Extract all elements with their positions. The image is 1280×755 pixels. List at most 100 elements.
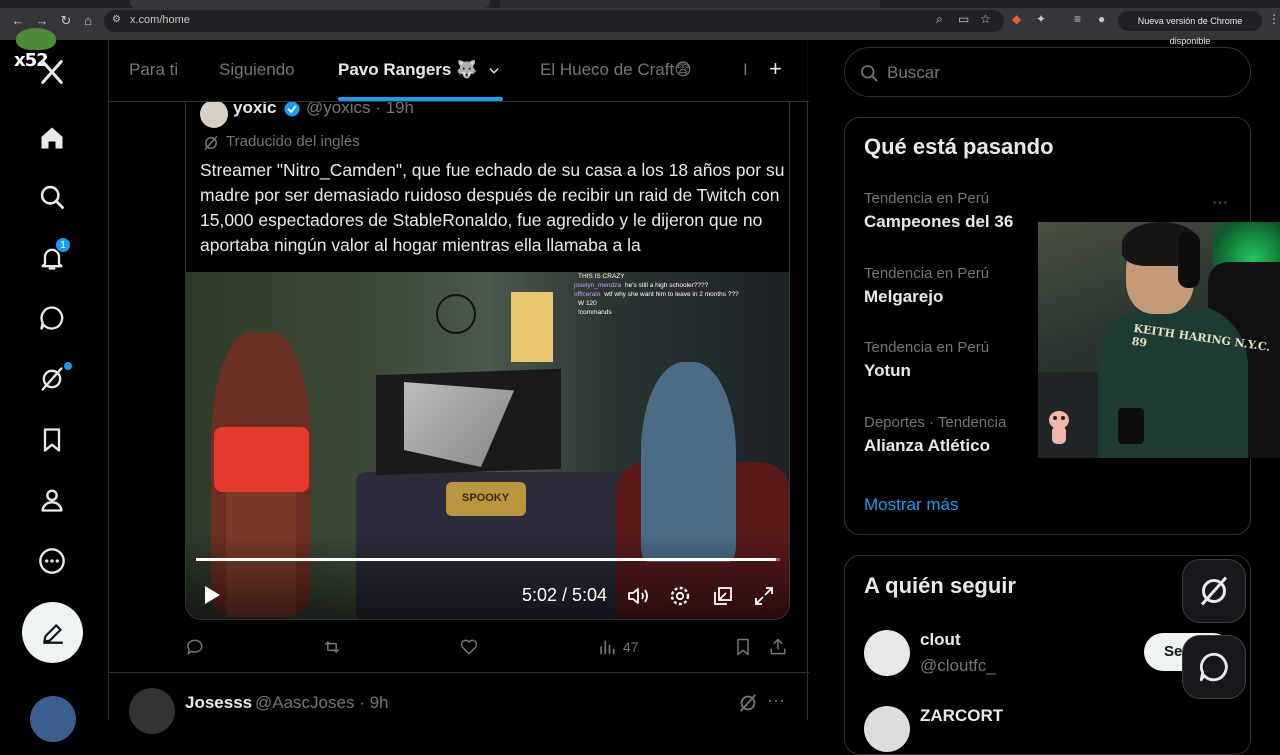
chrome-menu-icon[interactable]: ⋮: [1268, 12, 1280, 26]
search-input[interactable]: Buscar: [844, 47, 1251, 97]
quoted-handle[interactable]: @yoxics · 19h: [306, 102, 414, 118]
next-post-author-name[interactable]: Josesss: [185, 693, 252, 713]
video-time: 5:02 / 5:04: [522, 585, 608, 605]
pillow-text: SPOOKY: [462, 492, 510, 504]
verified-badge-icon: [284, 102, 300, 117]
chat-user: joselyn_mendza: [574, 282, 621, 289]
bookmark-button[interactable]: [733, 636, 753, 658]
next-post-avatar[interactable]: [129, 688, 175, 734]
browser-chrome: ← → ↻ ⌂ ⚙ x.com/home ⌕ ▭ ☆ ◆ ✦ ≡ ● Nueva…: [0, 0, 1280, 46]
repost-button[interactable]: [322, 636, 342, 658]
url-text: x.com/home: [130, 14, 190, 26]
follow-name[interactable]: ZARCORT: [920, 706, 1003, 726]
trend-item[interactable]: Tendencia en Perú Campeones del 36: [864, 190, 1013, 232]
quoted-author-name[interactable]: yoxic: [233, 102, 276, 118]
trend-item[interactable]: Deportes · Tendencia Alianza Atlético: [864, 414, 1006, 456]
share-button[interactable]: [768, 636, 788, 658]
chat-message: wtf why she want him to leave in 2 month…: [604, 291, 739, 298]
chevron-down-icon[interactable]: [487, 64, 501, 78]
tab-para-ti[interactable]: Para ti: [129, 60, 178, 80]
message-bubble-icon: [1199, 652, 1228, 682]
grok-floating-button[interactable]: [1182, 559, 1246, 623]
add-tab-icon[interactable]: +: [769, 56, 782, 82]
mascot-sticker-icon: [1049, 411, 1069, 444]
grok-icon: [1200, 576, 1228, 606]
chat-line: officerain wtf why she want him to leave …: [574, 290, 789, 299]
home-icon[interactable]: ⌂: [80, 13, 96, 29]
follow-avatar[interactable]: [864, 630, 910, 676]
play-icon[interactable]: [202, 584, 222, 606]
address-bar[interactable]: ⚙ x.com/home: [104, 10, 1004, 32]
compose-pen-icon: [42, 623, 63, 644]
settings-gear-icon[interactable]: [668, 584, 692, 608]
follow-handle[interactable]: @cloutfc_: [920, 656, 996, 676]
video-stream-chat: THIS IS CRAZY joselyn_mendza he's still a…: [574, 272, 789, 328]
analytics-bars-icon: [600, 640, 615, 655]
tab-siguiendo[interactable]: Siguiendo: [219, 60, 295, 80]
account-avatar[interactable]: [30, 696, 76, 742]
trend-category: Tendencia en Perú: [864, 190, 990, 207]
repost-icon: [324, 641, 340, 653]
chrome-update-button[interactable]: Nueva versión de Chrome disponible: [1118, 11, 1262, 46]
video-poster: [511, 292, 553, 362]
post-divider: [109, 672, 809, 673]
reply-button[interactable]: [185, 636, 205, 658]
compose-post-button[interactable]: [22, 602, 83, 663]
x-logo-icon[interactable]: [36, 56, 68, 88]
messages-floating-button[interactable]: [1182, 635, 1246, 699]
messages-icon[interactable]: [36, 302, 68, 334]
profile-icon[interactable]: ●: [1098, 12, 1105, 30]
translated-label[interactable]: Traducido del inglés: [226, 133, 360, 150]
grok-icon[interactable]: [737, 692, 759, 714]
home-nav-icon[interactable]: [36, 122, 68, 154]
zoom-icon[interactable]: ⌕: [936, 12, 943, 30]
video-red-shorts: [214, 427, 309, 492]
site-info-icon[interactable]: ⚙: [112, 14, 121, 25]
bookmark-star-icon[interactable]: ☆: [980, 12, 991, 30]
trend-item[interactable]: Tendencia en Perú Melgarejo: [864, 265, 989, 307]
views-button[interactable]: 47: [597, 636, 639, 658]
more-options-icon[interactable]: ···: [767, 690, 785, 711]
chat-message: W 120: [578, 300, 597, 307]
follow-avatar[interactable]: [864, 706, 910, 752]
explore-search-icon[interactable]: [36, 181, 68, 213]
extensions-puzzle-icon[interactable]: ✦: [1036, 12, 1046, 30]
tab-pavo-rangers[interactable]: Pavo Rangers 🐺: [338, 60, 477, 80]
chat-message: !commands: [578, 309, 612, 316]
trend-category: Tendencia en Perú: [864, 265, 990, 282]
like-button[interactable]: [459, 636, 479, 658]
video-player[interactable]: SPOOKY THIS IS CRAZY joselyn_mendza he's …: [186, 272, 789, 619]
next-post-handle[interactable]: @AascJoses · 9h: [255, 693, 388, 713]
profile-person-icon[interactable]: [36, 484, 68, 516]
more-options-icon[interactable]: [36, 545, 68, 577]
main-timeline: Para ti Siguiendo Pavo Rangers 🐺 El Huec…: [108, 40, 809, 734]
fullscreen-icon[interactable]: [752, 584, 776, 608]
tab-more[interactable]: I: [743, 60, 748, 80]
trend-item[interactable]: Tendencia en Perú Yotun: [864, 339, 989, 381]
video-spiderweb-decoration: [436, 294, 476, 334]
chat-line: !commands: [574, 308, 789, 317]
share-icon: [770, 638, 786, 655]
follow-name[interactable]: clout: [920, 630, 961, 650]
video-progress-bar[interactable]: [196, 558, 780, 561]
picture-in-picture-icon[interactable]: [711, 584, 735, 608]
quoted-avatar[interactable]: [200, 102, 228, 128]
reading-list-icon[interactable]: ≡: [1074, 12, 1081, 30]
reload-icon[interactable]: ↻: [58, 13, 74, 29]
browser-tab-active[interactable]: [130, 0, 490, 8]
trend-name: Melgarejo: [864, 287, 944, 306]
browser-tab[interactable]: [500, 0, 880, 8]
grok-icon[interactable]: [36, 363, 68, 395]
bookmarks-icon[interactable]: [36, 424, 68, 456]
quoted-post[interactable]: yoxic @yoxics · 19h Traducido del inglés…: [185, 102, 790, 620]
cast-icon[interactable]: ▭: [958, 12, 969, 30]
post-actions: 47: [185, 636, 790, 660]
trend-more-icon[interactable]: ···: [1212, 194, 1228, 212]
trend-name: Yotun: [864, 361, 911, 380]
extension-icon[interactable]: ◆: [1012, 12, 1021, 30]
volume-icon[interactable]: [626, 584, 650, 608]
show-more-link[interactable]: Mostrar más: [864, 495, 958, 515]
headset-icon: [1178, 232, 1200, 288]
tab-el-hueco-de-craft[interactable]: El Hueco de Craft😨: [540, 60, 692, 80]
trend-category: Deportes · Tendencia: [864, 414, 1007, 431]
